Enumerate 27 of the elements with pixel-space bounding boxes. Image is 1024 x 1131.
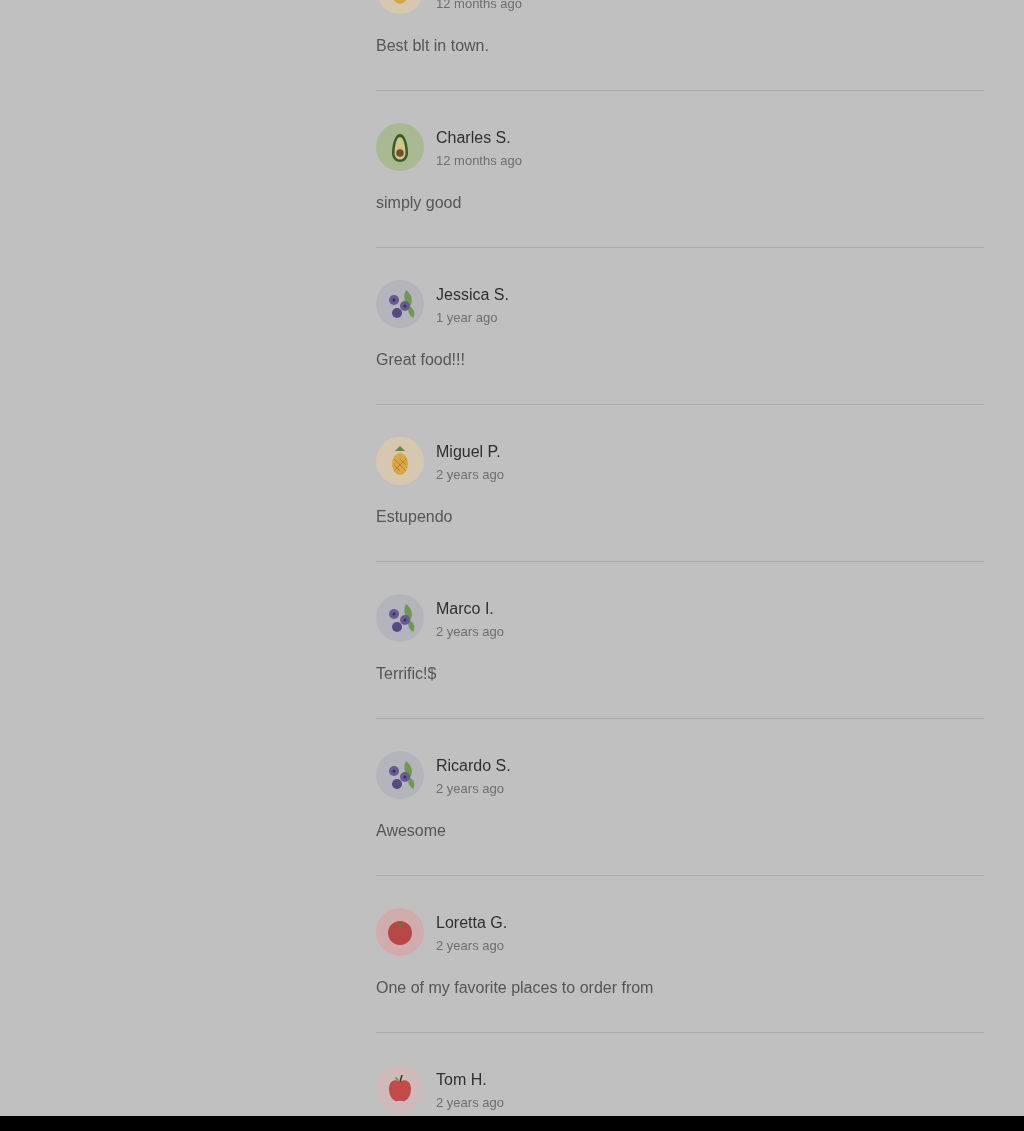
reviewer-name: Miguel P. bbox=[436, 443, 502, 461]
review-time: 2 years ago bbox=[436, 781, 505, 796]
review-text: Terrific!$ bbox=[376, 665, 438, 683]
reviewer-name: Charles S. bbox=[436, 129, 512, 147]
review-time: 12 months ago bbox=[436, 153, 522, 168]
review-text: Best blt in town. bbox=[376, 37, 490, 55]
review-time: 2 years ago bbox=[436, 467, 504, 482]
reviewer-name: Loretta G. bbox=[436, 914, 508, 932]
review-time: 2 years ago bbox=[436, 1095, 504, 1110]
review-time: 1 year ago bbox=[436, 310, 499, 325]
blueberries-icon bbox=[376, 280, 424, 328]
review-text: Estupendo bbox=[376, 508, 454, 526]
blueberries-icon bbox=[376, 751, 424, 799]
reviewer-name: Marco I. bbox=[436, 600, 495, 618]
review-text: Great food!!! bbox=[376, 351, 466, 369]
review-text: Awesome bbox=[376, 822, 447, 840]
avocado-icon bbox=[376, 123, 424, 171]
apple-icon bbox=[376, 1065, 424, 1113]
review-time: 2 years ago bbox=[436, 938, 505, 953]
blueberries-icon bbox=[376, 594, 424, 642]
reviewer-name: Ricardo S. bbox=[436, 757, 511, 775]
review-text: One of my favorite places to order from bbox=[376, 979, 655, 997]
reviewer-name: Tom H. bbox=[436, 1071, 488, 1089]
review-text: simply good bbox=[376, 194, 463, 212]
reviewer-name: Jessica S. bbox=[436, 286, 509, 304]
review-time: 2 years ago bbox=[436, 624, 504, 639]
tomato-icon bbox=[376, 908, 424, 956]
